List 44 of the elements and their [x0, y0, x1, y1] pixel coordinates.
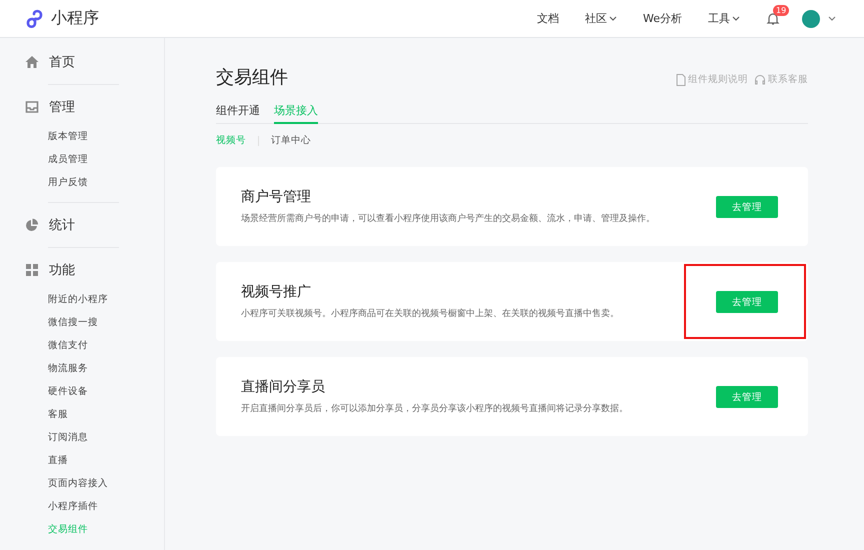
grid-icon: [25, 263, 39, 277]
sidebar-item[interactable]: 客服: [48, 403, 68, 426]
nav-link[interactable]: 社区: [585, 11, 617, 26]
sidebar-item[interactable]: 页面内容接入: [48, 472, 108, 495]
nav-link[interactable]: We分析: [643, 11, 682, 26]
nav-link[interactable]: 文档: [537, 11, 559, 26]
sidebar-item[interactable]: 硬件设备: [48, 380, 88, 403]
sub-tab[interactable]: 订单中心: [271, 134, 311, 147]
sidebar-item[interactable]: 微信搜一搜: [48, 311, 98, 334]
sidebar-item[interactable]: 附近的小程序: [48, 288, 108, 311]
sidebar-section[interactable]: 统计: [49, 216, 75, 234]
card-description: 开启直播间分享员后，你可以添加分享员，分享员分享该小程序的视频号直播间将记录分享数据。: [241, 402, 628, 415]
sidebar-section[interactable]: 首页: [49, 53, 75, 71]
sidebar-item[interactable]: 版本管理: [48, 125, 88, 148]
notification-badge: 19: [773, 4, 790, 16]
logo-text[interactable]: 小程序: [51, 8, 99, 29]
pie-chart-icon: [25, 218, 39, 232]
sidebar-item[interactable]: 小程序插件: [48, 495, 98, 518]
sidebar-item[interactable]: 微信支付: [48, 334, 88, 357]
avatar[interactable]: [802, 10, 820, 28]
tab[interactable]: 组件开通: [216, 103, 260, 124]
inbox-icon: [25, 100, 39, 114]
sidebar-item[interactable]: 成员管理: [48, 148, 88, 171]
card-title: 商户号管理: [241, 188, 312, 206]
caret-icon[interactable]: [828, 16, 836, 21]
page-title: 交易组件: [216, 66, 288, 89]
sidebar-item[interactable]: 订阅消息: [48, 426, 88, 449]
card-description: 小程序可关联视频号。小程序商品可在关联的视频号橱窗中上架、在关联的视频号直播中售卖。: [241, 308, 619, 320]
sidebar-item[interactable]: 直播: [48, 449, 68, 472]
sidebar-item[interactable]: 用户反馈: [48, 171, 88, 194]
sidebar-section[interactable]: 功能: [49, 261, 75, 279]
caret-icon: [732, 16, 740, 21]
logo-icon[interactable]: [25, 8, 45, 28]
home-icon: [25, 55, 39, 69]
sidebar-item[interactable]: 物流服务: [48, 357, 88, 380]
card-description: 场景经营所需商户号的申请，可以查看小程序使用该商户号产生的交易金额、流水，申请、管理及操作。: [241, 212, 655, 225]
sidebar-section[interactable]: 管理: [49, 98, 75, 116]
card-title: 视频号推广: [241, 283, 312, 301]
headset-icon: [754, 74, 766, 86]
document-icon: [676, 74, 686, 86]
card-title: 直播间分享员: [241, 378, 326, 396]
bell-icon[interactable]: [766, 12, 780, 26]
nav-link[interactable]: 工具: [708, 11, 740, 26]
caret-icon: [609, 16, 617, 21]
